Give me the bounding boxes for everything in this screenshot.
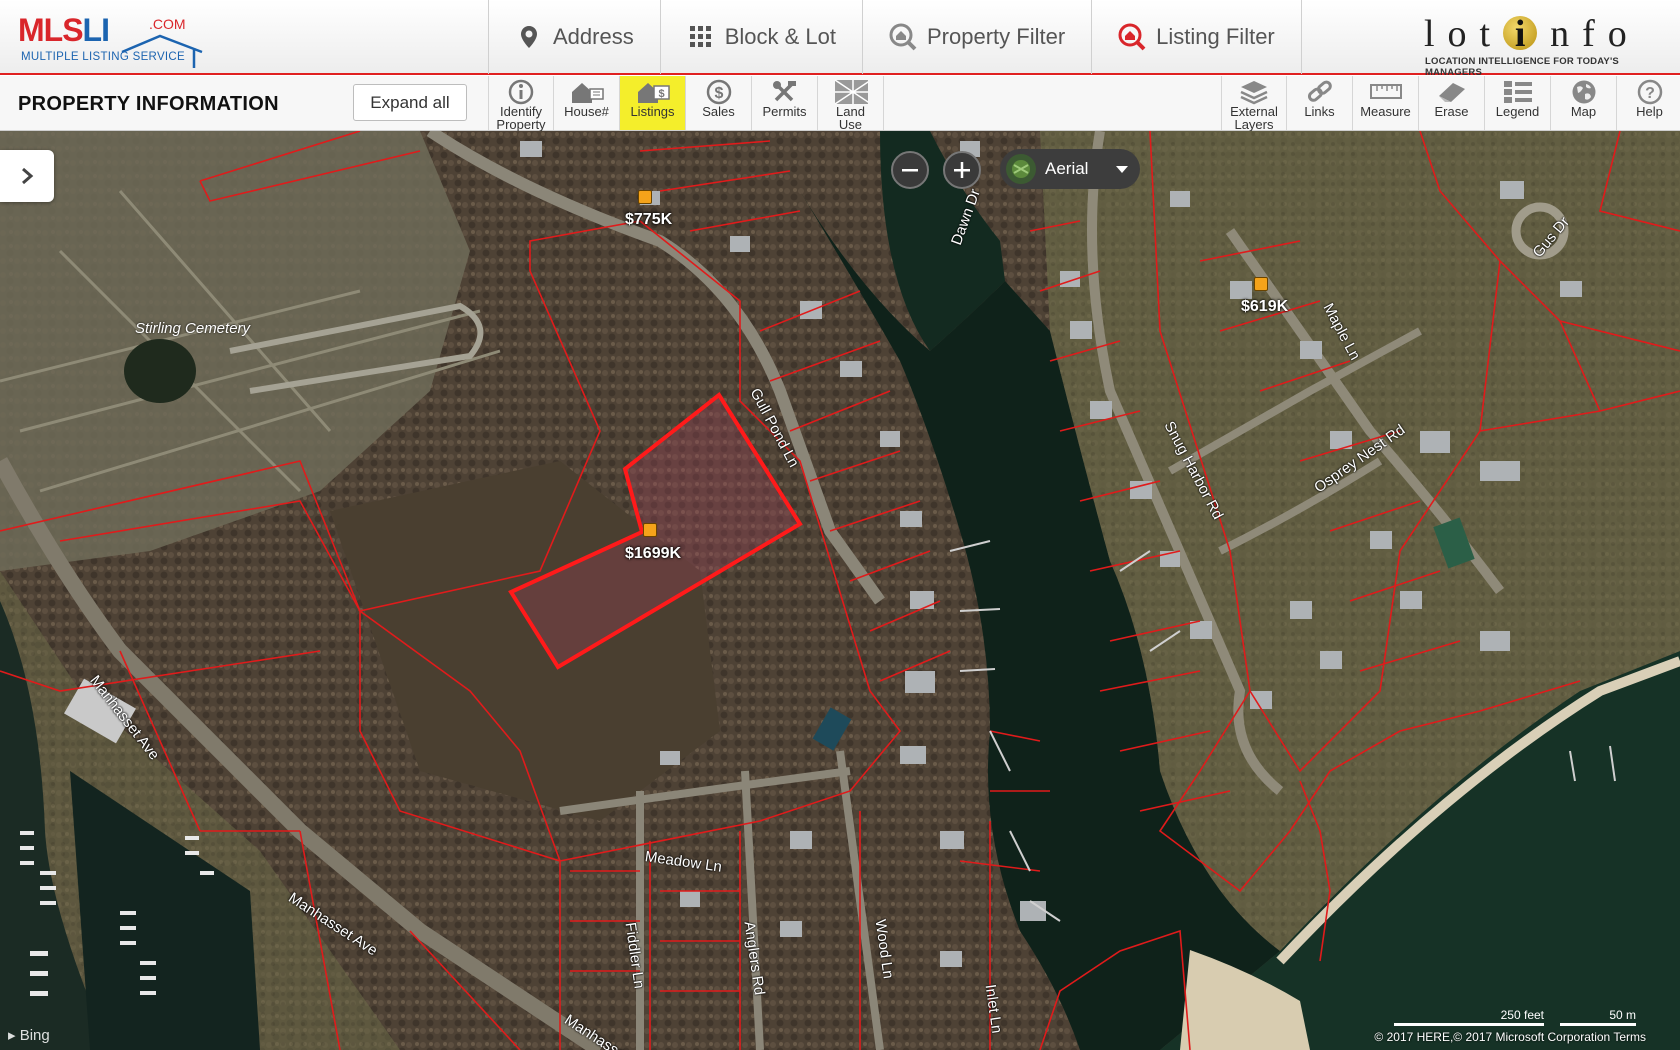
tool-erase[interactable]: Erase: [1419, 76, 1485, 130]
tool-listings[interactable]: $ Listings: [620, 76, 686, 130]
mls-logo-subtitle: MULTIPLE LISTING SERVICE: [21, 51, 185, 63]
house-search-red-icon: [1118, 23, 1146, 51]
provider-label: Bing: [19, 1027, 50, 1044]
scale-meters: 50 m: [1560, 1008, 1636, 1026]
info-icon: [504, 79, 538, 105]
map-style-icon: [1006, 154, 1036, 184]
expand-all-button[interactable]: Expand all: [353, 84, 467, 121]
mls-logo-main: MLS: [18, 12, 84, 48]
listing-price-label[interactable]: $775K: [625, 211, 672, 229]
listing-pin[interactable]: [1254, 277, 1268, 291]
chevron-right-icon: [22, 167, 34, 185]
plus-icon: [954, 162, 970, 178]
tool-sales[interactable]: $ Sales: [686, 76, 752, 130]
tab-block-lot[interactable]: Block & Lot: [659, 0, 862, 74]
tab-listing-filter-label: Listing Filter: [1156, 24, 1275, 49]
side-panel-toggle-button[interactable]: [0, 150, 54, 202]
tab-address-label: Address: [553, 24, 634, 49]
right-tool-group: External Layers Links Measure Erase Lege…: [1221, 76, 1680, 132]
map-type-dropdown[interactable]: Aerial: [1000, 149, 1140, 189]
tool-label: House#: [564, 104, 609, 119]
lotinfo-tagline: LOCATION INTELLIGENCE FOR TODAY'S MANAGE…: [1425, 56, 1619, 78]
listing-price-label[interactable]: $1699K: [625, 545, 681, 563]
tool-measure[interactable]: Measure: [1353, 76, 1419, 130]
tab-property-filter[interactable]: Property Filter: [862, 0, 1091, 74]
aerial-map[interactable]: $775K $619K $1699K Gull Pond Ln Dawn Dr …: [0, 131, 1680, 1050]
tool-label: Erase: [1434, 104, 1469, 119]
tool-house-number[interactable]: House#: [554, 76, 620, 130]
tool-land-use[interactable]: Land Use: [818, 76, 884, 132]
zoom-out-button[interactable]: [891, 151, 929, 189]
place-label: Stirling Cemetery: [135, 320, 251, 337]
chevron-down-icon: [1116, 165, 1128, 173]
panel-title: PROPERTY INFORMATION: [18, 93, 279, 115]
tab-property-filter-label: Property Filter: [927, 24, 1066, 49]
listing-pin[interactable]: [638, 190, 652, 204]
globe-icon: [1567, 79, 1601, 105]
tool-label: Permits: [762, 104, 807, 119]
scale-feet: 250 feet: [1394, 1008, 1544, 1026]
left-tool-group: Identify Property House# $ Listings $ Sa…: [488, 76, 884, 132]
mlsli-logo[interactable]: MLSLI .COM MULTIPLE LISTING SERVICE: [18, 10, 203, 68]
listing-pin[interactable]: [643, 523, 657, 537]
tool-links[interactable]: Links: [1287, 76, 1353, 130]
mls-logo-com: .COM: [149, 16, 186, 32]
map-pin-icon: [515, 23, 543, 51]
ruler-icon: [1369, 79, 1403, 105]
property-toolbar: PROPERTY INFORMATION Expand all Identify…: [0, 76, 1680, 131]
land-use-icon: [834, 79, 868, 105]
tool-label: Sales: [702, 104, 735, 119]
link-icon: [1303, 79, 1337, 105]
bing-icon: ▸: [8, 1027, 16, 1044]
tool-map[interactable]: Map: [1551, 76, 1617, 130]
map-scale-bar: 250 feet 50 m: [1394, 1008, 1636, 1026]
grid-icon: [687, 23, 715, 51]
search-mode-tabs: Address Block & Lot Property Filter List…: [488, 0, 1302, 74]
legend-icon: [1501, 79, 1535, 105]
tool-label: Land Use: [836, 104, 865, 132]
tool-legend[interactable]: Legend: [1485, 76, 1551, 130]
lotinfo-logo[interactable]: lot i nfo LOCATION INTELLIGENCE FOR TODAY'…: [1420, 12, 1675, 78]
house-number-icon: [570, 79, 604, 105]
lotinfo-wordmark: lot i nfo: [1424, 13, 1640, 55]
tool-label: Map: [1570, 104, 1597, 119]
mls-logo-wordmark: MLSLI: [18, 12, 110, 49]
tool-label: External Layers: [1230, 104, 1278, 132]
mls-logo-accent: LI: [82, 12, 110, 48]
tool-help[interactable]: ? Help: [1617, 76, 1680, 130]
layers-icon: [1237, 79, 1271, 105]
minus-icon: [902, 169, 918, 172]
tool-label: Legend: [1495, 104, 1540, 119]
tab-address[interactable]: Address: [488, 0, 660, 74]
svg-text:?: ?: [1645, 85, 1655, 102]
tool-identify-property[interactable]: Identify Property: [488, 76, 554, 132]
bing-logo: ▸ Bing: [8, 1026, 50, 1044]
tool-external-layers[interactable]: External Layers: [1221, 76, 1287, 132]
tool-label: Identify Property: [496, 104, 546, 132]
house-search-icon: [889, 23, 917, 51]
tool-label: Measure: [1360, 104, 1411, 119]
eraser-icon: [1435, 79, 1469, 105]
dollar-icon: $: [702, 79, 736, 105]
tab-block-lot-label: Block & Lot: [724, 24, 836, 49]
map-type-label: Aerial: [1045, 159, 1089, 178]
tool-label: Help: [1636, 104, 1663, 119]
tools-icon: [768, 79, 802, 105]
help-icon: ?: [1633, 79, 1667, 105]
top-navigation-bar: MLSLI .COM MULTIPLE LISTING SERVICE Addr…: [0, 0, 1680, 78]
map-imagery: [0, 131, 1680, 1050]
zoom-in-button[interactable]: [943, 151, 981, 189]
svg-text:$: $: [658, 88, 664, 100]
svg-text:$: $: [714, 85, 723, 102]
listing-price-label[interactable]: $619K: [1241, 298, 1288, 316]
tool-label: Listings: [630, 104, 675, 119]
tab-listing-filter[interactable]: Listing Filter: [1091, 0, 1302, 74]
lotinfo-i-badge: i: [1503, 15, 1538, 53]
tool-label: Links: [1304, 104, 1335, 119]
tool-permits[interactable]: Permits: [752, 76, 818, 130]
map-copyright[interactable]: © 2017 HERE,© 2017 Microsoft Corporation…: [1374, 1030, 1646, 1044]
listings-icon: $: [636, 79, 670, 105]
